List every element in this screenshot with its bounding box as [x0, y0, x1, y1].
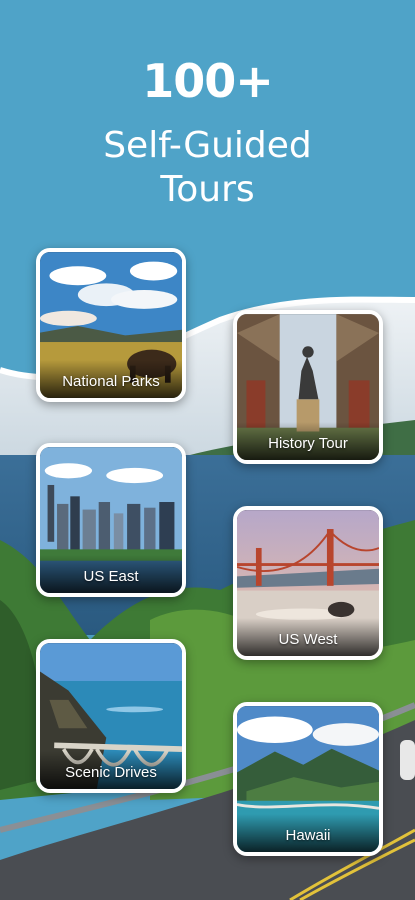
tour-label-national-parks: National Parks [40, 360, 182, 398]
tour-label-scenic-drives: Scenic Drives [40, 751, 182, 789]
tour-label-us-east: US East [40, 555, 182, 593]
tour-card-us-east[interactable]: US East [36, 443, 186, 597]
tour-label-history-tour: History Tour [237, 422, 379, 460]
tour-card-national-parks[interactable]: National Parks [36, 248, 186, 402]
tour-label-hawaii: Hawaii [237, 814, 379, 852]
tour-label-us-west: US West [237, 618, 379, 656]
tour-card-hawaii[interactable]: Hawaii [233, 702, 383, 856]
tour-card-us-west[interactable]: US West [233, 506, 383, 660]
hero-subtitle-line-1: Self-Guided [103, 125, 312, 166]
hero-subtitle-line-2: Tours [160, 169, 255, 210]
hero-subtitle: Self-Guided Tours [0, 124, 415, 212]
tour-count-heading: 100+ [142, 54, 274, 108]
tour-card-history-tour[interactable]: History Tour [233, 310, 383, 464]
tour-card-scenic-drives[interactable]: Scenic Drives [36, 639, 186, 793]
